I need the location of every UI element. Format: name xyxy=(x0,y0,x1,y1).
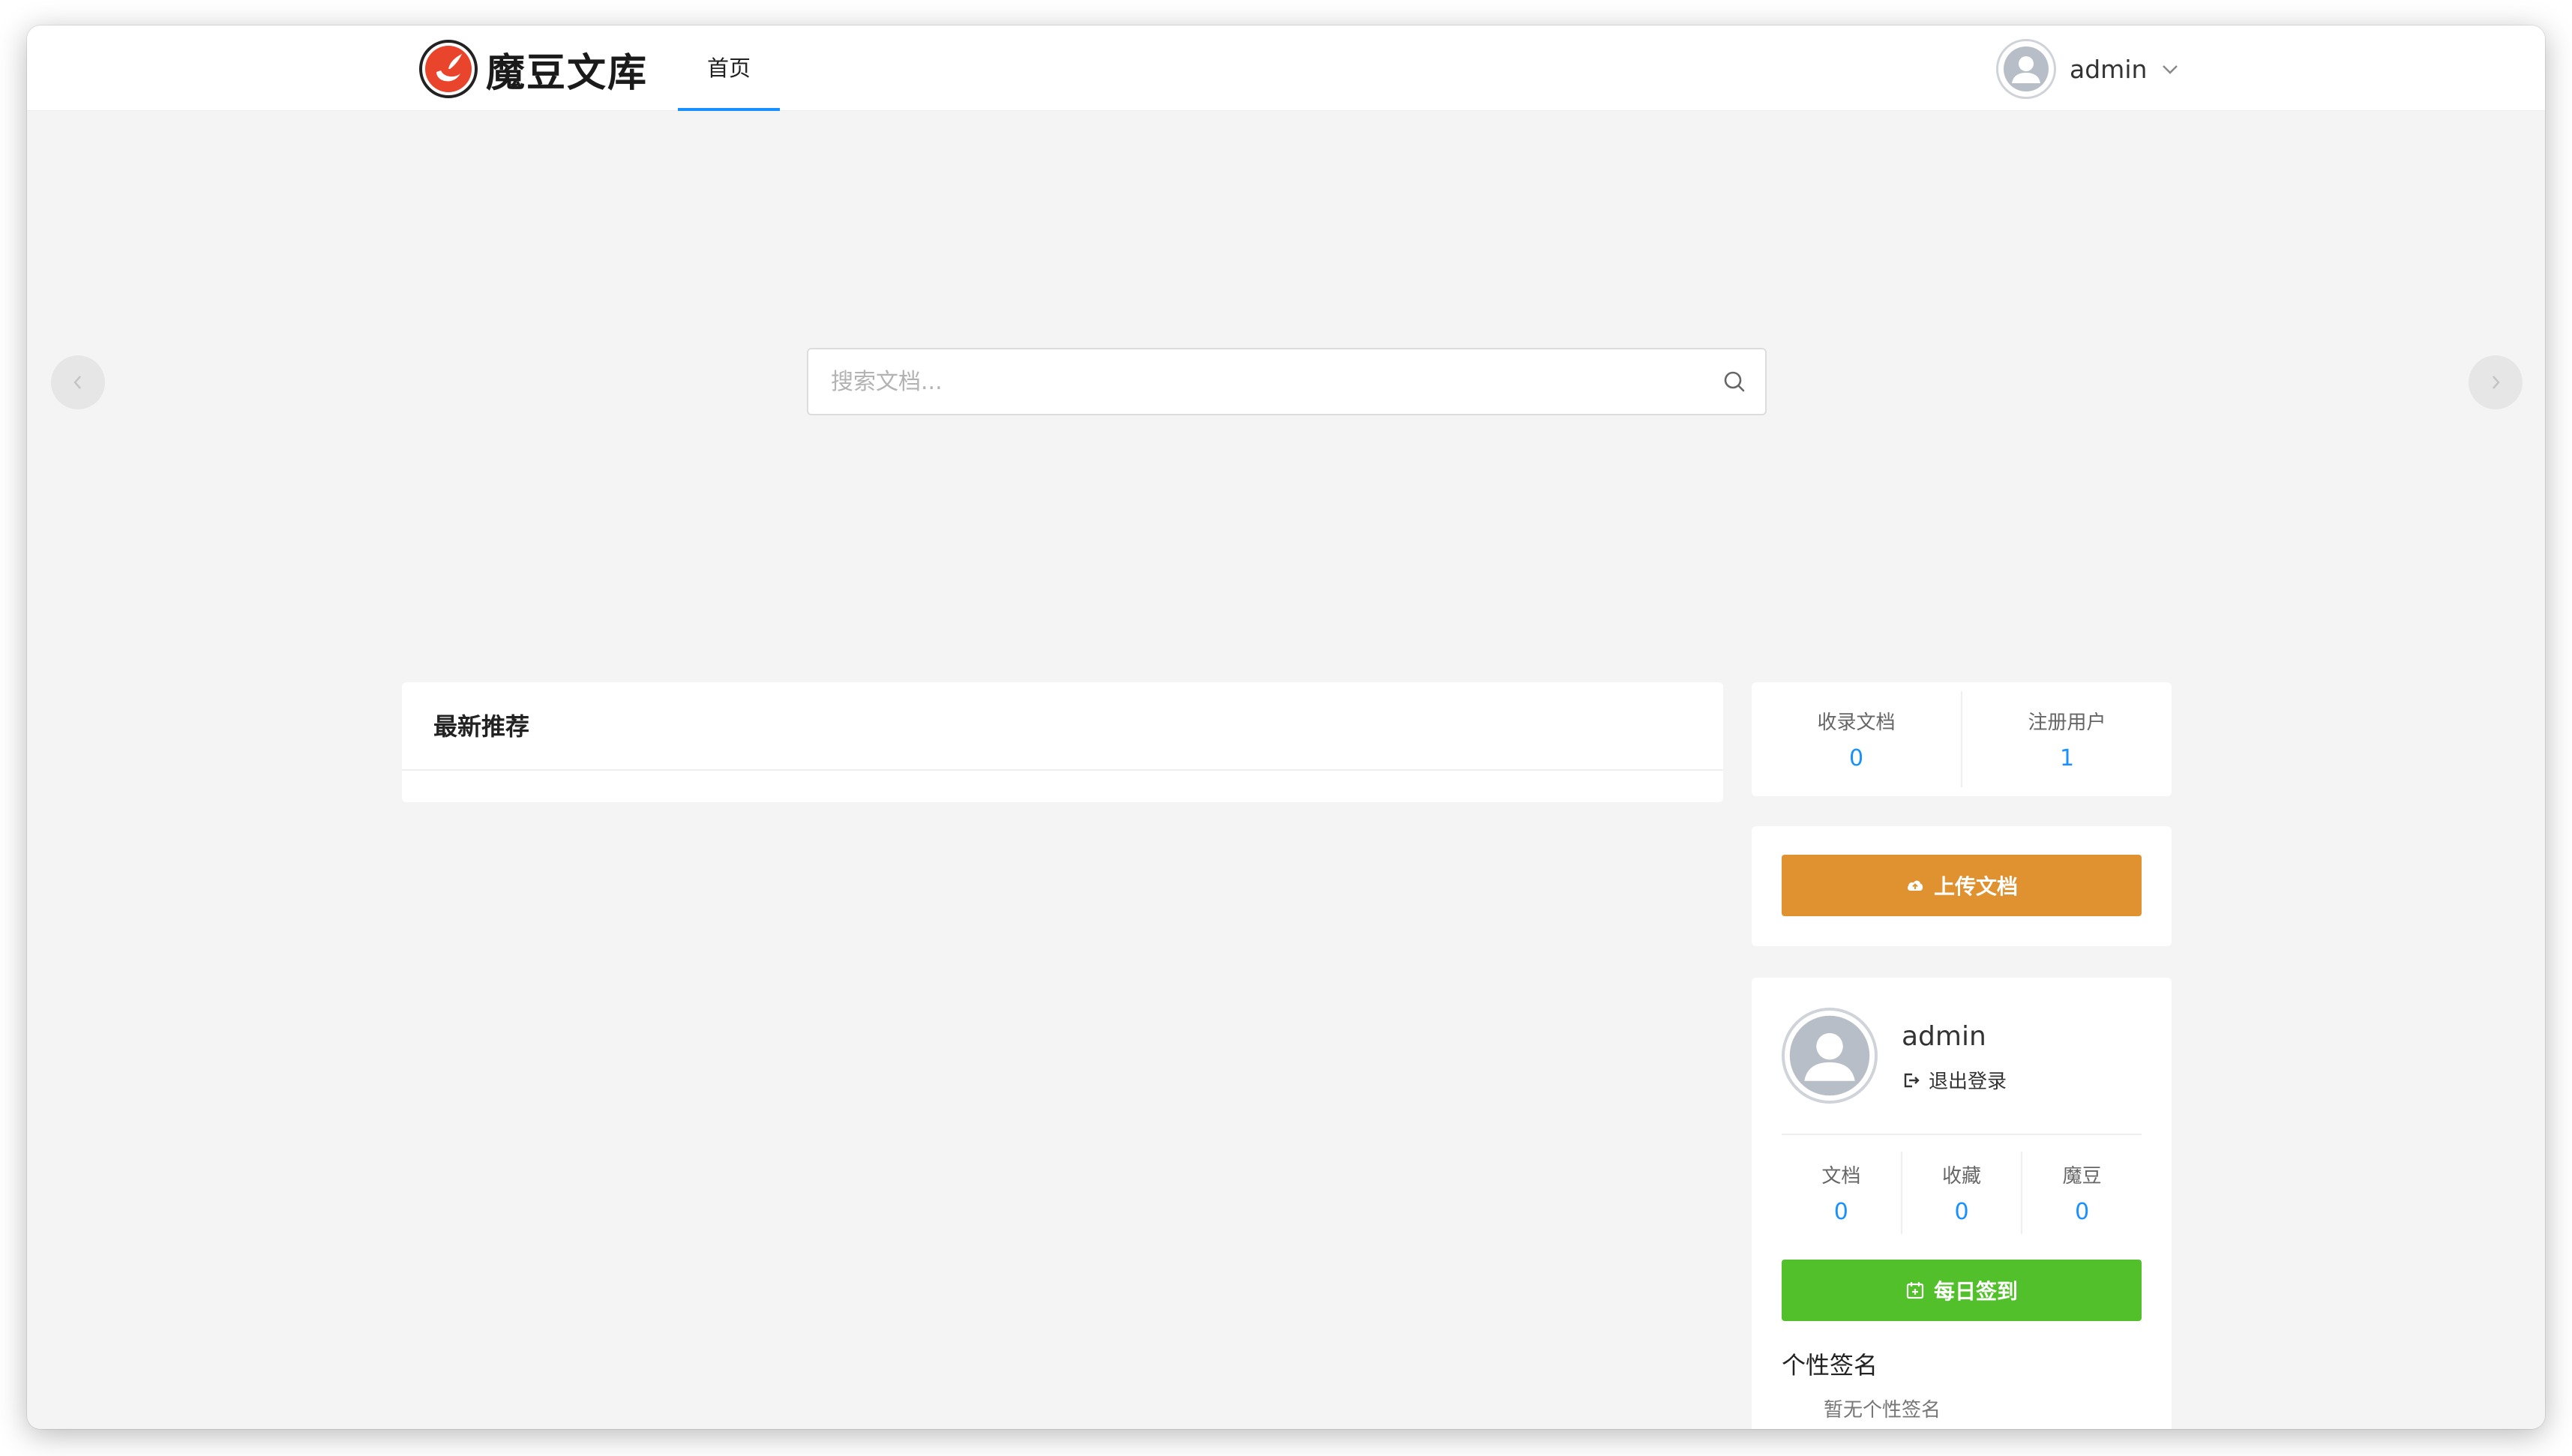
stat-docs-value: 0 xyxy=(1848,745,1864,771)
browser-window: 魔豆文库 首页 admin 搜索文档... 最新推荐 收录文档 0 注册用户 1… xyxy=(27,25,2545,1429)
latest-panel: 最新推荐 xyxy=(402,682,1723,802)
profile-stat-favorites[interactable]: 收藏 0 xyxy=(1900,1152,2022,1234)
user-dropdown[interactable]: admin xyxy=(1996,39,2180,99)
username-label: admin xyxy=(2070,54,2148,84)
cloud-upload-icon xyxy=(1907,880,1923,891)
profile-card: admin 退出登录 文档 0 收藏 0 魔豆 0 每日签到 个性签名 暂无个性… xyxy=(1752,978,2172,1429)
search-input[interactable] xyxy=(808,349,1722,414)
site-stats-card: 收录文档 0 注册用户 1 xyxy=(1752,682,2172,796)
checkin-label: 每日签到 xyxy=(1933,1279,2018,1304)
signature-title: 个性签名 xyxy=(1782,1351,1878,1380)
divider xyxy=(1782,1134,2142,1135)
profile-name: admin xyxy=(1902,1021,1986,1052)
profile-stat-label: 魔豆 xyxy=(2062,1165,2102,1188)
profile-stat-value: 0 xyxy=(2075,1199,2090,1225)
profile-stat-label: 收藏 xyxy=(1942,1165,1982,1188)
upload-button-label: 上传文档 xyxy=(1933,874,2018,899)
chevron-right-icon xyxy=(2493,376,2500,389)
latest-title: 最新推荐 xyxy=(402,682,1723,771)
logout-icon xyxy=(1904,1073,1920,1087)
profile-stats: 文档 0 收藏 0 魔豆 0 xyxy=(1782,1152,2142,1234)
logo-text: 魔豆文库 xyxy=(486,50,649,96)
site-logo[interactable]: 魔豆文库 xyxy=(418,40,649,98)
logout-label: 退出登录 xyxy=(1929,1071,2007,1093)
profile-stat-value: 0 xyxy=(1954,1199,1969,1225)
upload-button[interactable]: 上传文档 xyxy=(1782,855,2142,916)
logout-link[interactable]: 退出登录 xyxy=(1902,1066,2007,1094)
profile-avatar[interactable] xyxy=(1782,1008,1878,1104)
signature-text: 暂无个性签名 xyxy=(1824,1399,1941,1422)
stat-users: 注册用户 1 xyxy=(1961,691,2172,787)
stat-docs: 收录文档 0 xyxy=(1752,682,1961,796)
stat-users-value: 1 xyxy=(2059,745,2075,771)
stat-users-label: 注册用户 xyxy=(2028,712,2106,734)
stat-docs-label: 收录文档 xyxy=(1817,712,1896,734)
user-avatar-icon xyxy=(1789,1015,1870,1096)
daily-checkin-button[interactable]: 每日签到 xyxy=(1782,1260,2142,1321)
profile-stat-value: 0 xyxy=(1833,1199,1848,1225)
search-box xyxy=(807,348,1767,415)
logo-icon xyxy=(419,40,478,98)
upload-card: 上传文档 xyxy=(1752,826,2172,946)
search-icon[interactable] xyxy=(1722,369,1747,394)
carousel-next-button[interactable] xyxy=(2469,355,2523,409)
nav-item-home[interactable]: 首页 xyxy=(678,25,780,111)
user-avatar-icon xyxy=(2004,46,2049,91)
carousel-prev-button[interactable] xyxy=(51,355,105,409)
calendar-plus-icon xyxy=(1906,1282,1924,1299)
profile-stat-label: 文档 xyxy=(1821,1165,1861,1188)
profile-stat-docs[interactable]: 文档 0 xyxy=(1782,1152,1901,1234)
profile-stat-credits[interactable]: 魔豆 0 xyxy=(2021,1152,2142,1234)
top-navbar: 魔豆文库 首页 admin xyxy=(27,25,2545,111)
chevron-left-icon xyxy=(73,376,81,389)
chevron-down-icon xyxy=(2163,65,2178,74)
avatar xyxy=(1996,39,2056,99)
